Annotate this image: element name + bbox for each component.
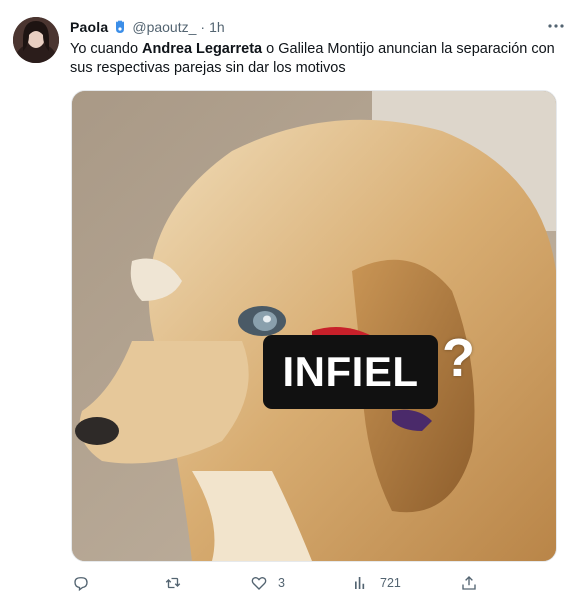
- reply-icon: [74, 577, 88, 592]
- more-dots-icon: [548, 24, 564, 28]
- more-options-button[interactable]: [545, 16, 567, 36]
- infiel-label: INFIEL: [263, 335, 438, 409]
- like-button[interactable]: 3: [250, 572, 285, 594]
- views-icon: [355, 577, 365, 589]
- tweet-header: Paola @paoutz_ · 1h: [70, 17, 225, 37]
- timestamp[interactable]: 1h: [209, 19, 225, 35]
- question-mark: ?: [442, 328, 475, 388]
- tweet-text: Yo cuando Andrea Legarreta o Galilea Mon…: [70, 40, 570, 78]
- retweet-button[interactable]: [164, 572, 192, 594]
- like-count: 3: [278, 576, 285, 590]
- tweet-text-part: Yo cuando: [70, 41, 143, 57]
- tweet-card[interactable]: Paola @paoutz_ · 1h Yo cuando Andrea Leg…: [0, 0, 587, 600]
- heart-icon: [251, 576, 267, 590]
- tweet-image[interactable]: INFIEL ?: [71, 90, 557, 562]
- mentioned-name: Andrea Legarreta: [142, 41, 263, 57]
- separator-dot: ·: [200, 19, 206, 35]
- share-icon: [462, 576, 476, 590]
- user-handle[interactable]: @paoutz_: [132, 19, 196, 35]
- views-count: 721: [380, 576, 401, 590]
- reply-button[interactable]: [72, 572, 100, 594]
- share-button[interactable]: [460, 572, 488, 594]
- dog-photo: [72, 91, 556, 561]
- retweet-icon: [165, 577, 181, 589]
- views-button[interactable]: 721: [352, 572, 401, 594]
- display-name[interactable]: Paola: [70, 19, 108, 35]
- avatar[interactable]: [13, 17, 59, 63]
- tweet-actions: 3 721: [72, 572, 492, 594]
- hamsa-badge-icon: [112, 19, 128, 35]
